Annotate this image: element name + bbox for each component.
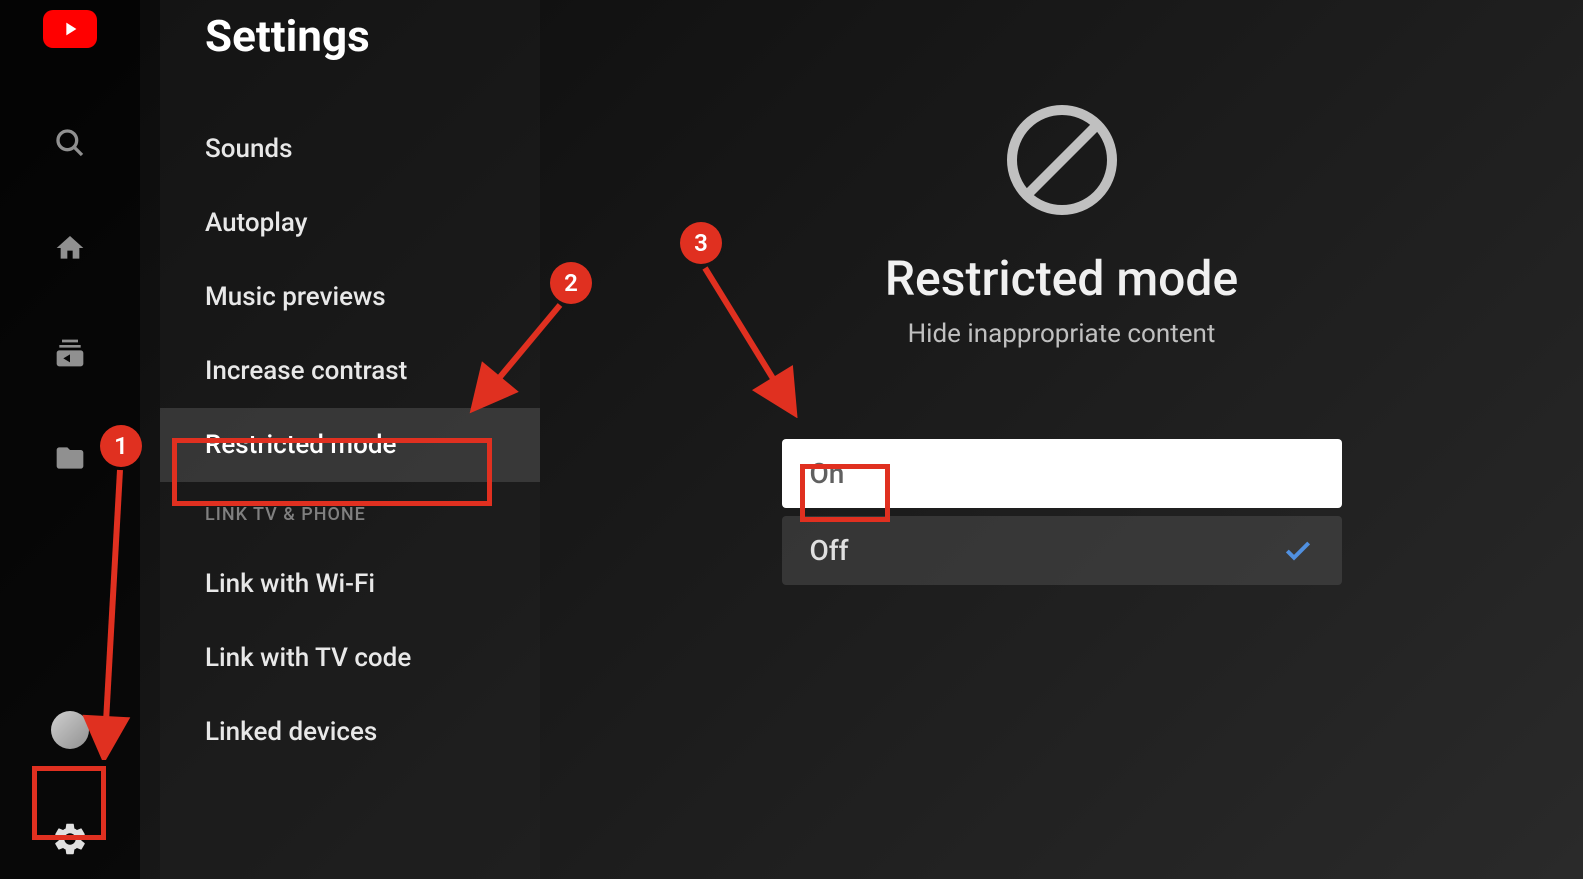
settings-item-music-previews[interactable]: Music previews: [160, 260, 540, 334]
subscriptions-icon[interactable]: [50, 333, 90, 373]
user-avatar[interactable]: [51, 711, 89, 749]
settings-title: Settings: [160, 5, 540, 112]
settings-item-link-wifi[interactable]: Link with Wi-Fi: [160, 547, 540, 621]
settings-item-linked-devices[interactable]: Linked devices: [160, 695, 540, 769]
settings-item-autoplay[interactable]: Autoplay: [160, 186, 540, 260]
option-on[interactable]: On: [782, 439, 1342, 508]
youtube-logo-icon[interactable]: [43, 10, 97, 48]
library-icon[interactable]: [50, 438, 90, 478]
settings-item-link-tv-code[interactable]: Link with TV code: [160, 621, 540, 695]
settings-item-restricted-mode[interactable]: Restricted mode: [160, 408, 540, 482]
restricted-mode-options: On Off: [782, 439, 1342, 585]
restricted-prohibit-icon: [1002, 100, 1122, 220]
left-navigation-rail: [0, 0, 140, 879]
checkmark-icon: [1282, 535, 1314, 567]
detail-subtitle: Hide inappropriate content: [908, 319, 1216, 349]
option-on-label: On: [810, 457, 845, 490]
settings-section-header: LINK TV & PHONE: [160, 482, 540, 547]
settings-detail-panel: Restricted mode Hide inappropriate conte…: [540, 0, 1583, 879]
settings-menu-panel: Settings Sounds Autoplay Music previews …: [160, 0, 540, 879]
settings-item-increase-contrast[interactable]: Increase contrast: [160, 334, 540, 408]
option-off-label: Off: [810, 534, 849, 567]
search-icon[interactable]: [50, 123, 90, 163]
detail-title: Restricted mode: [885, 250, 1238, 307]
settings-item-sounds[interactable]: Sounds: [160, 112, 540, 186]
settings-gear-icon[interactable]: [50, 819, 90, 859]
home-icon[interactable]: [50, 228, 90, 268]
option-off[interactable]: Off: [782, 516, 1342, 585]
